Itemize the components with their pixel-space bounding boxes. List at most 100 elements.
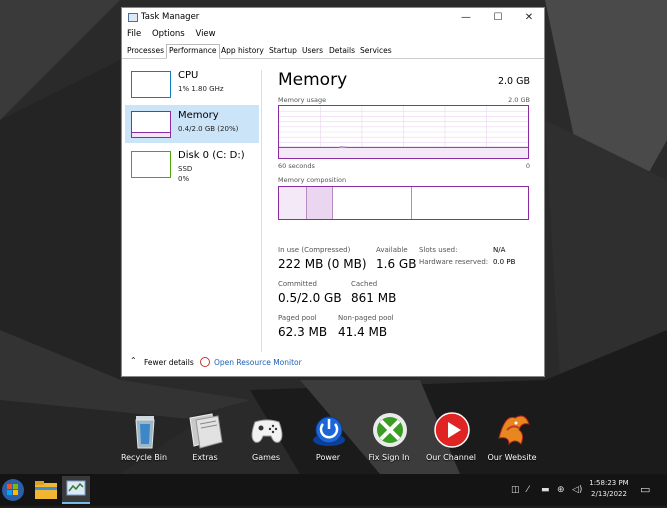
axis-left-label: 60 seconds (278, 162, 315, 170)
tab-startup[interactable]: Startup (267, 45, 299, 57)
resource-name: CPU (178, 70, 199, 81)
menu-bar: File Options View (127, 29, 224, 39)
volume-icon[interactable]: ◁) (572, 474, 582, 506)
gamepad-icon (251, 419, 283, 443)
xbox-icon (373, 413, 407, 447)
composition-standby (333, 187, 412, 219)
composition-in-use (279, 187, 307, 219)
memory-thumbnail-graph (131, 111, 171, 138)
start-button[interactable] (0, 476, 28, 504)
panel-title: Memory (278, 70, 348, 90)
notifications-icon[interactable]: ▭ (640, 474, 650, 506)
hardware-reserved-label: Hardware reserved: (419, 258, 489, 266)
tab-app-history[interactable]: App history (219, 45, 266, 57)
clock-date: 2/13/2022 (591, 490, 627, 498)
desktop-icon-our-channel[interactable]: Our Channel (421, 408, 481, 468)
in-use-label: In use (Compressed) (278, 246, 351, 254)
non-paged-pool-value: 41.4 MB (338, 325, 388, 339)
slots-used-label: Slots used: (419, 246, 458, 254)
window-title: Task Manager (141, 12, 200, 22)
resource-name: Memory (178, 110, 219, 121)
menu-view[interactable]: View (195, 29, 215, 39)
file-explorer-icon (35, 481, 57, 499)
footer: ⌃ Fewer details Open Resource Monitor (122, 352, 544, 376)
disk-thumbnail-graph (131, 151, 171, 178)
composition-label: Memory composition (278, 176, 347, 184)
committed-value: 0.5/2.0 GB (278, 291, 342, 305)
maximize-button[interactable]: ☐ (484, 10, 512, 26)
desktop-icon-label: Extras (192, 453, 218, 462)
tab-strip: Processes Performance App history Startu… (122, 44, 544, 59)
cached-value: 861 MB (351, 291, 397, 305)
composition-modified (307, 187, 333, 219)
fewer-details-link[interactable]: Fewer details (144, 358, 194, 367)
taskbar: ◫ ⁄ ▬ ⊕ ◁) 1:58:23 PM 2/13/2022 ▭ (0, 474, 667, 506)
committed-label: Committed (278, 280, 317, 288)
available-label: Available (376, 246, 408, 254)
memory-usage-graph (278, 105, 529, 159)
desktop-icon-extras[interactable]: Extras (175, 408, 235, 468)
available-value: 1.6 GB (376, 257, 417, 271)
resource-monitor-icon (200, 357, 210, 367)
resource-detail: 0.4/2.0 GB (20%) (178, 125, 239, 133)
pen-icon[interactable]: ⁄ (527, 474, 529, 506)
desktop-icon-our-website[interactable]: Our Website (482, 408, 542, 468)
desktop-icon-label: Our Channel (425, 453, 477, 462)
task-manager-app-icon (128, 13, 138, 22)
resource-item-cpu[interactable]: CPU 1% 1.80 GHz (125, 65, 259, 103)
action-center-toggle-icon[interactable]: ◫ (511, 474, 520, 506)
desktop-icon-label: Power (315, 453, 341, 462)
network-icon[interactable]: ⊕ (557, 474, 565, 506)
paged-pool-value: 62.3 MB (278, 325, 328, 339)
close-button[interactable]: ✕ (515, 10, 543, 26)
phoenix-icon (498, 415, 530, 446)
clock-time: 1:58:23 PM (589, 479, 629, 487)
panel-total: 2.0 GB (497, 76, 530, 87)
tab-services[interactable]: Services (358, 45, 394, 57)
taskbar-task-manager[interactable] (62, 476, 90, 504)
tab-performance[interactable]: Performance (166, 44, 220, 59)
menu-file[interactable]: File (127, 29, 141, 39)
tab-processes[interactable]: Processes (125, 45, 166, 57)
hardware-reserved-value: 0.0 PB (493, 258, 516, 266)
in-use-value: 222 MB (0 MB) (278, 257, 367, 271)
tab-users[interactable]: Users (300, 45, 325, 57)
desktop-icon-label: Games (252, 453, 280, 462)
menu-options[interactable]: Options (152, 29, 185, 39)
slots-used-value: N/A (493, 246, 506, 254)
chevron-up-icon[interactable]: ⌃ (130, 356, 137, 365)
open-resource-monitor-link[interactable]: Open Resource Monitor (200, 357, 302, 367)
battery-icon[interactable]: ▬ (541, 474, 550, 506)
resource-name: Disk 0 (C: D:) (178, 150, 245, 161)
resource-item-memory[interactable]: Memory 0.4/2.0 GB (20%) (125, 105, 259, 143)
memory-composition-bar (278, 186, 529, 220)
task-manager-window: Task Manager — ☐ ✕ File Options View Pro… (121, 7, 545, 377)
desktop-icon-label: Fix Sign In (368, 453, 410, 462)
power-icon (313, 416, 345, 446)
taskbar-file-explorer[interactable] (32, 476, 60, 504)
axis-right-label: 0 (525, 162, 530, 170)
tab-details[interactable]: Details (327, 45, 357, 57)
desktop-icon-label: Our Website (487, 453, 537, 462)
cached-label: Cached (351, 280, 378, 288)
folder-icon (189, 413, 223, 449)
taskbar-clock[interactable]: 1:58:23 PM 2/13/2022 (585, 478, 633, 500)
cpu-thumbnail-graph (131, 71, 171, 98)
minimize-button[interactable]: — (452, 10, 480, 26)
desktop-icon-fix-sign-in[interactable]: Fix Sign In (359, 408, 419, 468)
recycle-bin-icon (135, 416, 155, 449)
windows-logo-icon (2, 479, 24, 501)
resource-detail: SSD (178, 165, 193, 173)
usage-graph-max: 2.0 GB (508, 96, 530, 104)
resource-item-disk[interactable]: Disk 0 (C: D:) SSD 0% (125, 145, 259, 183)
desktop-icon-games[interactable]: Games (236, 408, 296, 468)
desktop-icon-power[interactable]: Power (298, 408, 358, 468)
title-bar[interactable]: Task Manager — ☐ ✕ (122, 8, 544, 28)
desktop-icon-recycle-bin[interactable]: Recycle Bin (114, 408, 174, 468)
desktop-icon-label: Recycle Bin (120, 453, 168, 462)
resource-detail: 1% 1.80 GHz (178, 85, 224, 93)
pane-divider (261, 70, 262, 352)
resource-detail-2: 0% (178, 175, 190, 183)
paged-pool-label: Paged pool (278, 314, 317, 322)
resource-list: CPU 1% 1.80 GHz Memory 0.4/2.0 GB (20%) … (122, 59, 260, 354)
